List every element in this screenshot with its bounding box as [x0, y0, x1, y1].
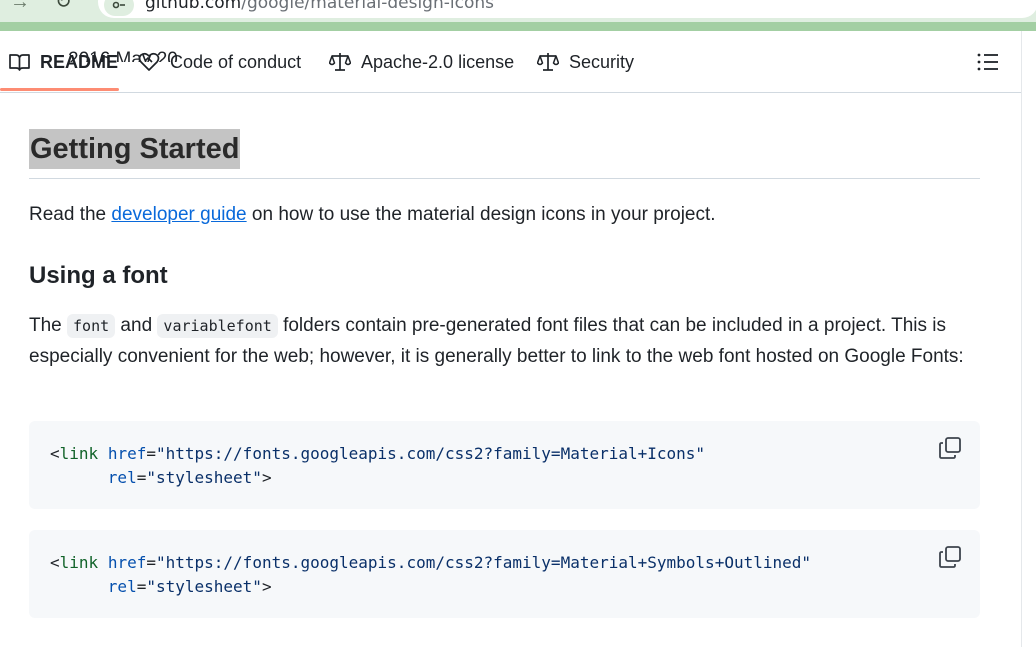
heading-using-a-font: Using a font [29, 262, 168, 289]
code-content: <link href="https://fonts.googleapis.com… [50, 444, 706, 487]
reload-icon[interactable]: ↻ [55, 0, 72, 12]
code-attr: rel [107, 577, 137, 596]
tab-code-of-conduct[interactable]: Code of conduct [138, 31, 301, 93]
site-info-icon[interactable] [104, 0, 134, 16]
tab-apache-license[interactable]: Apache-2.0 license [329, 31, 514, 93]
intro-paragraph: Read the developer guide on how to use t… [29, 200, 989, 231]
scale-icon [329, 53, 351, 71]
code-block: <link href="https://fonts.googleapis.com… [29, 530, 980, 618]
browser-toolbar-border [0, 22, 1036, 31]
code-tag: link [59, 553, 99, 572]
copy-code-button[interactable] [938, 436, 964, 462]
scrollbar-track[interactable] [1021, 31, 1022, 647]
tab-label: Code of conduct [170, 51, 302, 72]
p2-text: and [115, 315, 158, 336]
outline-toc-button[interactable] [976, 51, 1002, 73]
heading-divider [29, 178, 980, 179]
address-bar-url[interactable]: github.com/google/material-design-icons [145, 0, 494, 13]
code-token: > [261, 577, 272, 596]
url-host: github.com [145, 0, 242, 13]
code-string: "stylesheet" [146, 468, 262, 487]
code-block: <link href="https://fonts.googleapis.com… [29, 421, 980, 509]
p2-text: The [29, 315, 68, 336]
cut-off-text-line [29, 638, 789, 647]
tab-readme[interactable]: README [9, 31, 118, 93]
scale-icon [537, 53, 559, 71]
tab-label: README [40, 51, 119, 72]
intro-text-after: on how to use the material design icons … [246, 204, 716, 225]
code-string: "https://fonts.googleapis.com/css2?famil… [155, 444, 706, 463]
code-content: <link href="https://fonts.googleapis.com… [50, 553, 812, 596]
copy-icon [939, 546, 961, 568]
forward-arrow-icon[interactable]: → [10, 0, 30, 12]
inline-code-font: font [67, 314, 116, 338]
url-path: /google/material-design-icons [241, 0, 494, 13]
code-token: > [261, 468, 272, 487]
code-attr: rel [107, 468, 137, 487]
list-icon [977, 53, 998, 71]
code-of-conduct-icon [138, 52, 160, 71]
active-tab-indicator [0, 88, 119, 91]
font-paragraph: The font and variablefont folders contai… [29, 311, 984, 372]
tab-security[interactable]: Security [537, 31, 634, 93]
copy-code-button[interactable] [938, 545, 964, 571]
tab-label: Security [569, 51, 635, 72]
heading-getting-started: Getting Started [29, 129, 241, 169]
inline-code-variablefont: variablefont [157, 314, 278, 338]
book-icon [9, 54, 30, 71]
code-attr: href [107, 553, 147, 572]
code-string: "https://fonts.googleapis.com/css2?famil… [155, 553, 812, 572]
code-token: < [50, 444, 60, 463]
tab-label: Apache-2.0 license [361, 51, 515, 72]
copy-icon [939, 437, 961, 459]
code-string: "stylesheet" [146, 577, 262, 596]
intro-text-before: Read the [29, 204, 112, 225]
developer-guide-link[interactable]: developer guide [111, 204, 246, 225]
code-attr: href [107, 444, 147, 463]
code-token: < [50, 553, 60, 572]
code-tag: link [59, 444, 99, 463]
